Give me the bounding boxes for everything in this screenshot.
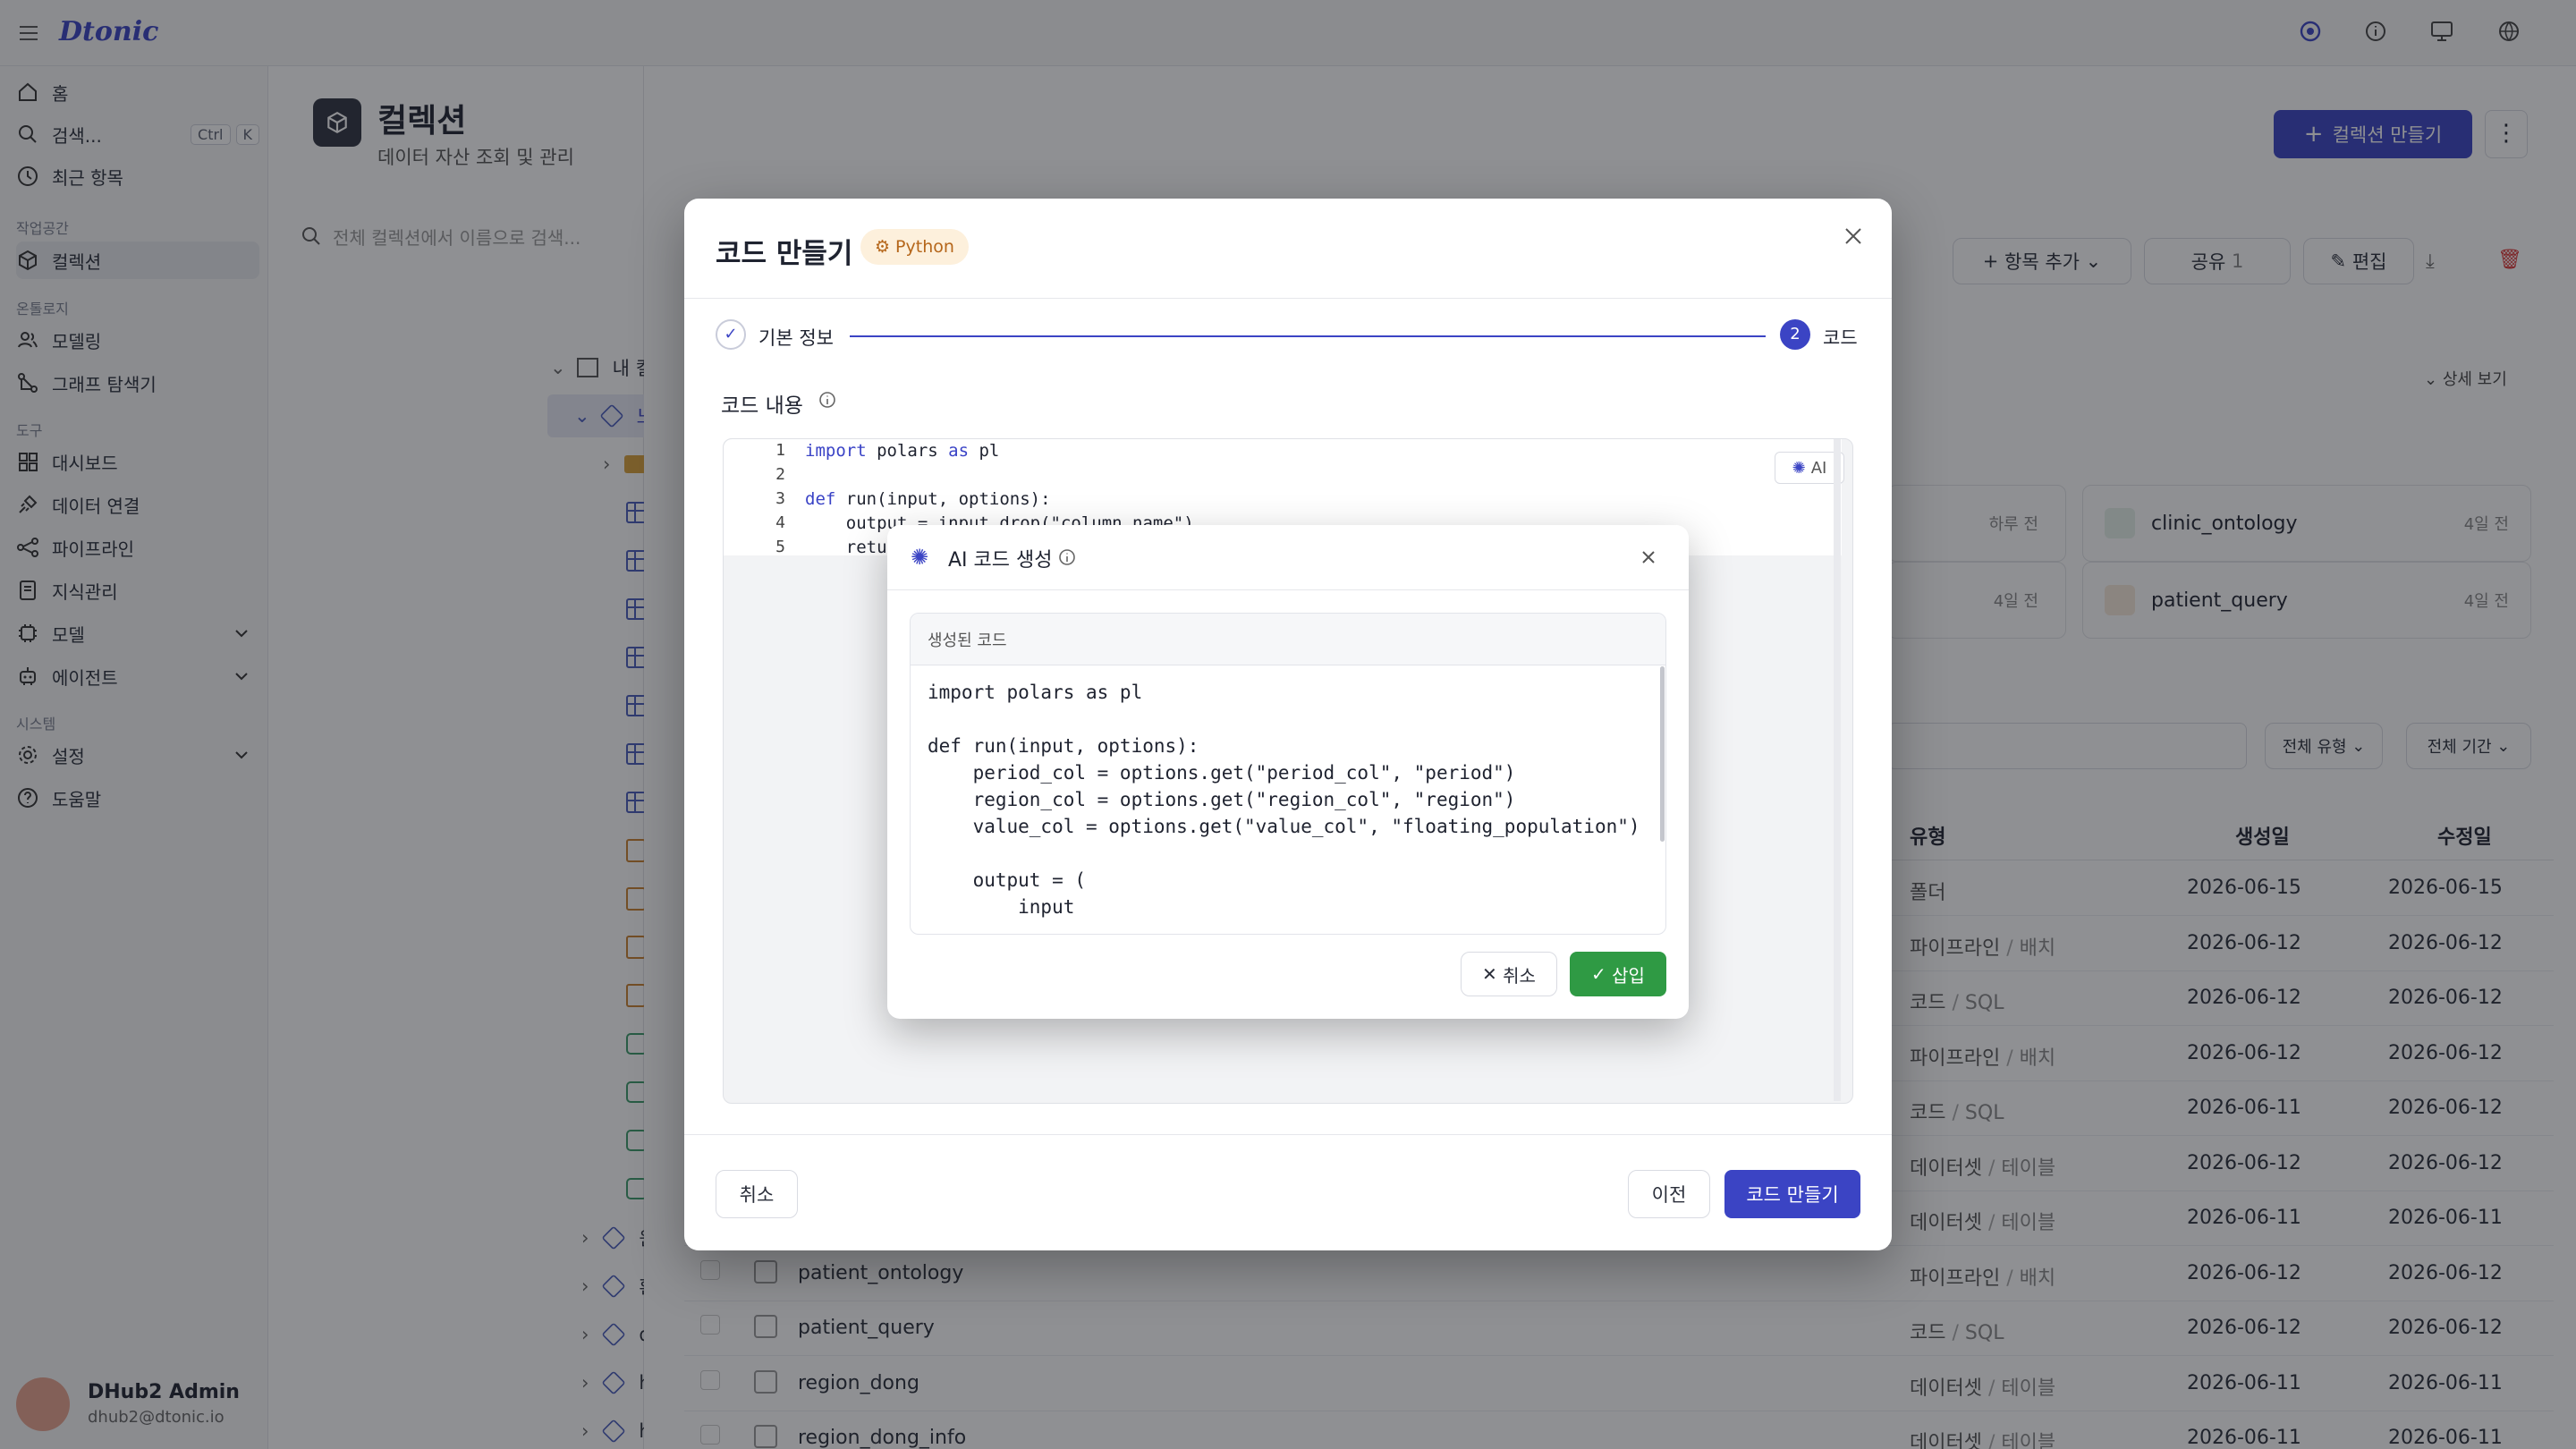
line-number: 1 — [775, 441, 785, 460]
close-icon[interactable] — [1640, 549, 1657, 565]
step1-label[interactable]: 기본 정보 — [758, 324, 834, 351]
previous-label: 이전 — [1651, 1184, 1687, 1206]
generated-code-line: value_col = options.get("value_col", "fl… — [928, 816, 1640, 837]
ai-cancel-button[interactable]: ✕ 취소 — [1461, 952, 1557, 996]
insert-label: 삽입 — [1612, 964, 1645, 987]
generated-code-line: region_col = options.get("region_col", "… — [928, 789, 1516, 810]
line-number: 2 — [775, 465, 785, 484]
info-icon — [818, 390, 837, 410]
close-icon[interactable] — [1843, 225, 1864, 247]
generated-code-line: def run(input, options): — [928, 735, 1199, 757]
ai-cancel-label: 취소 — [1503, 964, 1536, 987]
cancel-label: 취소 — [739, 1184, 775, 1206]
modal-cancel-button[interactable]: 취소 — [716, 1170, 798, 1218]
divider — [684, 1134, 1892, 1135]
ai-button-label: AI — [1810, 458, 1827, 478]
generated-code-line: output = ( — [928, 869, 1087, 891]
create-code-label: 코드 만들기 — [1746, 1184, 1839, 1206]
ai-icon: ✺ — [1792, 458, 1806, 478]
language-badge: ⚙ Python — [860, 229, 969, 265]
line-number: 5 — [775, 538, 785, 556]
code-line[interactable]: retur — [805, 538, 897, 557]
step-connector — [850, 335, 1766, 337]
ai-icon: ✺ — [911, 545, 929, 570]
generated-code-line: period_col = options.get("period_col", "… — [928, 762, 1516, 784]
code-line[interactable]: def run(input, options): — [805, 489, 1051, 509]
step2-label[interactable]: 코드 — [1823, 324, 1858, 351]
previous-button[interactable]: 이전 — [1628, 1170, 1710, 1218]
step2-number: 2 — [1780, 319, 1810, 350]
generated-code-label: 생성된 코드 — [928, 631, 1007, 650]
divider — [887, 589, 1689, 590]
code-line[interactable]: import polars as pl — [805, 441, 999, 461]
ai-popup-title: AI 코드 생성 — [948, 549, 1053, 572]
modal-title: 코드 만들기 — [716, 238, 853, 270]
create-code-button[interactable]: 코드 만들기 — [1724, 1170, 1860, 1218]
generated-code-line: input — [928, 896, 1075, 918]
info-icon — [1057, 547, 1077, 567]
generated-code-line: import polars as pl — [928, 682, 1143, 703]
line-number: 3 — [775, 489, 785, 508]
generated-code-scrollbar[interactable] — [1660, 666, 1665, 842]
line-number: 4 — [775, 513, 785, 532]
editor-scrollbar[interactable] — [1834, 439, 1841, 1101]
insert-button[interactable]: ✓ 삽입 — [1570, 952, 1666, 996]
badge-label: Python — [895, 237, 954, 257]
code-section-label: 코드 내용 — [721, 394, 803, 418]
step-complete-icon: ✓ — [716, 319, 746, 350]
divider — [684, 298, 1892, 299]
python-icon: ⚙ — [875, 237, 891, 257]
